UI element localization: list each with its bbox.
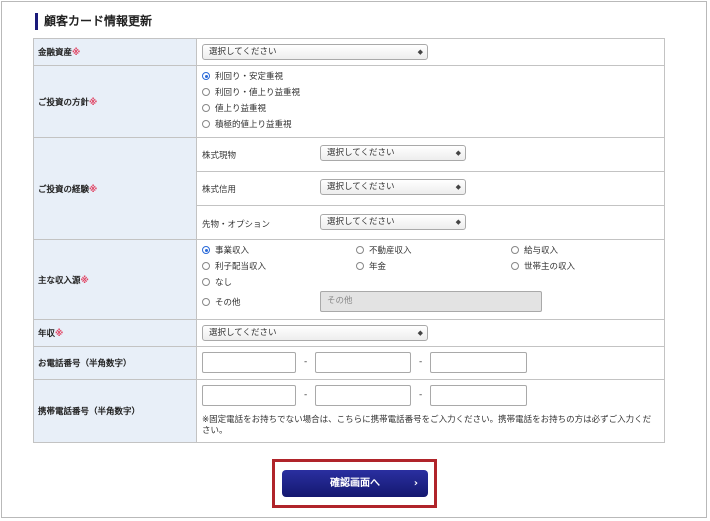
chevron-right-icon: › (413, 478, 418, 489)
policy-option-2[interactable]: 値上り益重視 (202, 103, 266, 115)
radio-icon[interactable] (356, 246, 364, 254)
income-option-5[interactable]: 世帯主の収入 (511, 261, 575, 273)
income-option-2[interactable]: 給与収入 (511, 245, 558, 257)
assets-select-value: 選択してください (209, 47, 277, 57)
select-value: 選択してください (327, 148, 395, 158)
income-option-4[interactable]: 年金 (356, 261, 386, 273)
income-option-label: 年金 (369, 262, 387, 272)
experience-margin-label: 株式信用 (202, 185, 237, 195)
confirm-button[interactable]: 確認画面へ › (282, 470, 428, 497)
phone-label: お電話番号（半角数字） (33, 346, 197, 380)
submit-highlight: 確認画面へ › (272, 459, 437, 508)
income-option-label: 事業収入 (215, 246, 250, 256)
required-mark: ※ (72, 48, 81, 58)
required-mark: ※ (80, 275, 89, 286)
radio-icon[interactable] (202, 120, 210, 128)
radio-icon[interactable] (511, 262, 519, 270)
up-down-arrows-icon: ◆ (417, 329, 423, 337)
income-option-0[interactable]: 事業収入 (202, 245, 249, 257)
phone-separator: - (419, 357, 423, 367)
experience-label: ご投資の経験※ (33, 137, 197, 240)
policy-option-1[interactable]: 利回り・値上り益重視 (202, 87, 300, 99)
policy-option-0[interactable]: 利回り・安定重視 (202, 71, 283, 83)
income-option-3[interactable]: 利子配当収入 (202, 261, 266, 273)
mobile-separator: - (304, 390, 308, 400)
radio-icon[interactable] (202, 104, 210, 112)
radio-icon[interactable] (202, 278, 210, 286)
required-mark: ※ (89, 97, 98, 108)
policy-option-label: 値上り益重視 (215, 104, 267, 114)
policy-option-label: 利回り・安定重視 (215, 72, 284, 82)
assets-select[interactable]: 選択してください ◆ (202, 44, 428, 60)
radio-checked-icon[interactable] (202, 246, 210, 254)
select-value: 選択してください (209, 328, 277, 338)
experience-margin-select[interactable]: 選択してください ◆ (320, 179, 466, 195)
required-mark: ※ (89, 184, 98, 195)
up-down-arrows-icon: ◆ (417, 48, 423, 56)
mobile-input-1[interactable] (202, 385, 296, 406)
policy-label: ご投資の方針※ (33, 65, 197, 138)
mobile-separator: - (419, 390, 423, 400)
phone-input-1[interactable] (202, 352, 296, 373)
income-option-1[interactable]: 不動産収入 (356, 245, 412, 257)
income-source-label: 主な収入源※ (33, 239, 197, 320)
income-option-label: その他 (215, 298, 241, 308)
mobile-input-2[interactable] (315, 385, 411, 406)
income-other-input[interactable]: その他 (320, 291, 542, 312)
phone-separator: - (304, 357, 308, 367)
income-option-6[interactable]: なし (202, 277, 232, 289)
income-option-label: 世帯主の収入 (524, 262, 576, 272)
mobile-label: 携帯電話番号（半角数字） (33, 379, 197, 443)
policy-option-label: 積極的値上り益重視 (215, 120, 292, 130)
required-mark: ※ (55, 329, 64, 339)
radio-checked-icon[interactable] (202, 72, 210, 80)
radio-icon[interactable] (202, 298, 210, 306)
income-option-label: 利子配当収入 (215, 262, 267, 272)
experience-stock-select[interactable]: 選択してください ◆ (320, 145, 466, 161)
mobile-note: ※固定電話をお持ちでない場合は、こちらに携帯電話番号をご入力ください。携帯電話を… (202, 415, 652, 436)
customer-card-form: 金融資産※ 選択してください ◆ ご投資の方針※ 利回り・安定重視 利回り・値上… (33, 38, 665, 443)
select-value: 選択してください (327, 217, 395, 227)
income-option-label: なし (215, 278, 233, 288)
phone-input-2[interactable] (315, 352, 411, 373)
select-value: 選択してください (327, 182, 395, 192)
page-title: 顧客カード情報更新 (35, 13, 152, 30)
annual-income-label: 年収※ (33, 319, 197, 347)
experience-futures-label: 先物・オプション (202, 220, 271, 230)
policy-option-label: 利回り・値上り益重視 (215, 88, 301, 98)
annual-income-select[interactable]: 選択してください ◆ (202, 325, 428, 341)
assets-label: 金融資産※ (33, 38, 197, 66)
confirm-button-label: 確認画面へ (330, 478, 380, 489)
radio-icon[interactable] (356, 262, 364, 270)
up-down-arrows-icon: ◆ (455, 183, 461, 191)
phone-input-3[interactable] (430, 352, 527, 373)
up-down-arrows-icon: ◆ (455, 218, 461, 226)
income-option-7[interactable]: その他 (202, 297, 241, 309)
divider (197, 205, 664, 206)
income-option-label: 不動産収入 (369, 246, 412, 256)
policy-option-3[interactable]: 積極的値上り益重視 (202, 119, 292, 131)
experience-stock-label: 株式現物 (202, 151, 237, 161)
mobile-input-3[interactable] (430, 385, 527, 406)
experience-futures-select[interactable]: 選択してください ◆ (320, 214, 466, 230)
income-option-label: 給与収入 (524, 246, 559, 256)
radio-icon[interactable] (202, 88, 210, 96)
up-down-arrows-icon: ◆ (455, 149, 461, 157)
divider (197, 171, 664, 172)
radio-icon[interactable] (511, 246, 519, 254)
radio-icon[interactable] (202, 262, 210, 270)
